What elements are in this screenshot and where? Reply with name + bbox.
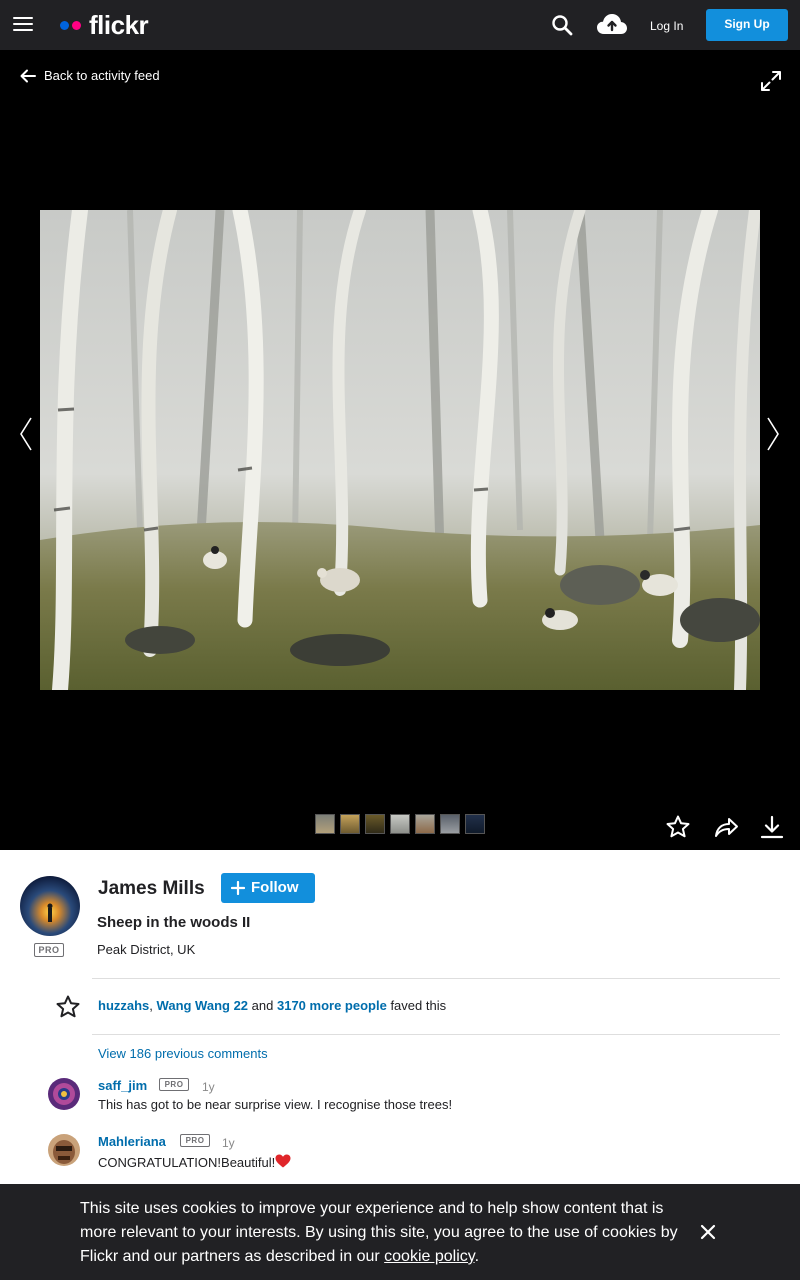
top-nav: flickr Log In Sign Up bbox=[0, 0, 800, 50]
comment-author-link[interactable]: Mahleriana bbox=[98, 1134, 166, 1150]
cookie-text: This site uses cookies to improve your e… bbox=[80, 1200, 678, 1265]
author-name[interactable]: James Mills bbox=[98, 878, 205, 900]
fullscreen-icon[interactable] bbox=[760, 70, 782, 92]
comment-timestamp[interactable]: 1y bbox=[222, 1135, 235, 1151]
search-icon[interactable] bbox=[551, 14, 573, 36]
download-icon[interactable] bbox=[759, 814, 785, 840]
pro-badge: PRO bbox=[180, 1134, 210, 1147]
comment-text-row: CONGRATULATION!Beautiful! bbox=[98, 1154, 291, 1171]
fave-user-link[interactable]: huzzahs bbox=[98, 998, 149, 1013]
heart-icon bbox=[275, 1154, 291, 1168]
photo-location: Peak District, UK bbox=[97, 942, 196, 957]
comment-text: This has got to be near surprise view. I… bbox=[98, 1097, 453, 1112]
photo-viewer: Back to activity feed bbox=[0, 50, 800, 850]
star-outline-icon[interactable] bbox=[665, 814, 691, 840]
star-outline-icon bbox=[56, 995, 80, 1018]
follow-button[interactable]: Follow bbox=[221, 873, 315, 903]
commenter-avatar[interactable] bbox=[48, 1134, 80, 1166]
flickr-logo[interactable]: flickr bbox=[60, 10, 149, 40]
faves-separator: , bbox=[149, 998, 153, 1013]
view-previous-comments-link[interactable]: View 186 previous comments bbox=[98, 1046, 268, 1062]
plus-icon bbox=[231, 881, 245, 895]
comment-text: CONGRATULATION!Beautiful! bbox=[98, 1155, 276, 1170]
photostream-thumbnail[interactable] bbox=[390, 814, 410, 834]
signup-button[interactable]: Sign Up bbox=[706, 9, 788, 41]
close-icon[interactable] bbox=[700, 1224, 716, 1240]
photostream-thumbnail[interactable] bbox=[315, 814, 335, 834]
back-to-activity-feed-link[interactable]: Back to activity feed bbox=[20, 68, 160, 83]
photostream-thumbnail[interactable] bbox=[465, 814, 485, 834]
commenter-avatar[interactable] bbox=[48, 1078, 80, 1110]
photo-title: Sheep in the woods II bbox=[97, 914, 251, 931]
photostream-thumbnail[interactable] bbox=[365, 814, 385, 834]
photostream-thumbnail[interactable] bbox=[415, 814, 435, 834]
chevron-left-icon[interactable] bbox=[18, 416, 34, 452]
faves-suffix: faved this bbox=[390, 998, 447, 1013]
cookie-banner: This site uses cookies to improve your e… bbox=[0, 1184, 800, 1280]
logo-blue-dot bbox=[60, 20, 69, 30]
login-link[interactable]: Log In bbox=[650, 18, 683, 34]
more-faves-link[interactable]: 3170 more people bbox=[277, 998, 387, 1013]
cookie-message: This site uses cookies to improve your e… bbox=[80, 1197, 680, 1269]
cookie-period: . bbox=[474, 1248, 480, 1265]
pro-badge: PRO bbox=[159, 1078, 189, 1091]
main-photo[interactable] bbox=[40, 210, 760, 690]
photostream-thumbnail[interactable] bbox=[440, 814, 460, 834]
menu-icon[interactable] bbox=[13, 17, 33, 33]
faves-summary: huzzahs, Wang Wang 22 and 3170 more peop… bbox=[98, 998, 446, 1014]
fave-user-link[interactable]: Wang Wang 22 bbox=[157, 998, 248, 1013]
logo-pink-dot bbox=[72, 20, 81, 30]
arrow-left-icon bbox=[20, 69, 36, 82]
share-icon[interactable] bbox=[713, 814, 739, 840]
author-avatar[interactable] bbox=[20, 876, 80, 936]
faves-and: and bbox=[251, 998, 274, 1013]
divider bbox=[92, 978, 780, 979]
photostream-thumbnails bbox=[315, 814, 485, 834]
comment-author-link[interactable]: saff_jim bbox=[98, 1078, 147, 1094]
photostream-thumbnail[interactable] bbox=[340, 814, 360, 834]
comment-timestamp[interactable]: 1y bbox=[202, 1079, 215, 1095]
pro-badge: PRO bbox=[34, 943, 64, 957]
follow-label: Follow bbox=[251, 879, 299, 896]
divider bbox=[92, 1034, 780, 1035]
cookie-policy-link[interactable]: cookie policy bbox=[384, 1248, 474, 1265]
chevron-right-icon[interactable] bbox=[765, 416, 781, 452]
upload-cloud-icon[interactable] bbox=[596, 12, 628, 36]
back-link-label: Back to activity feed bbox=[44, 68, 160, 83]
logo-wordmark: flickr bbox=[89, 10, 149, 40]
